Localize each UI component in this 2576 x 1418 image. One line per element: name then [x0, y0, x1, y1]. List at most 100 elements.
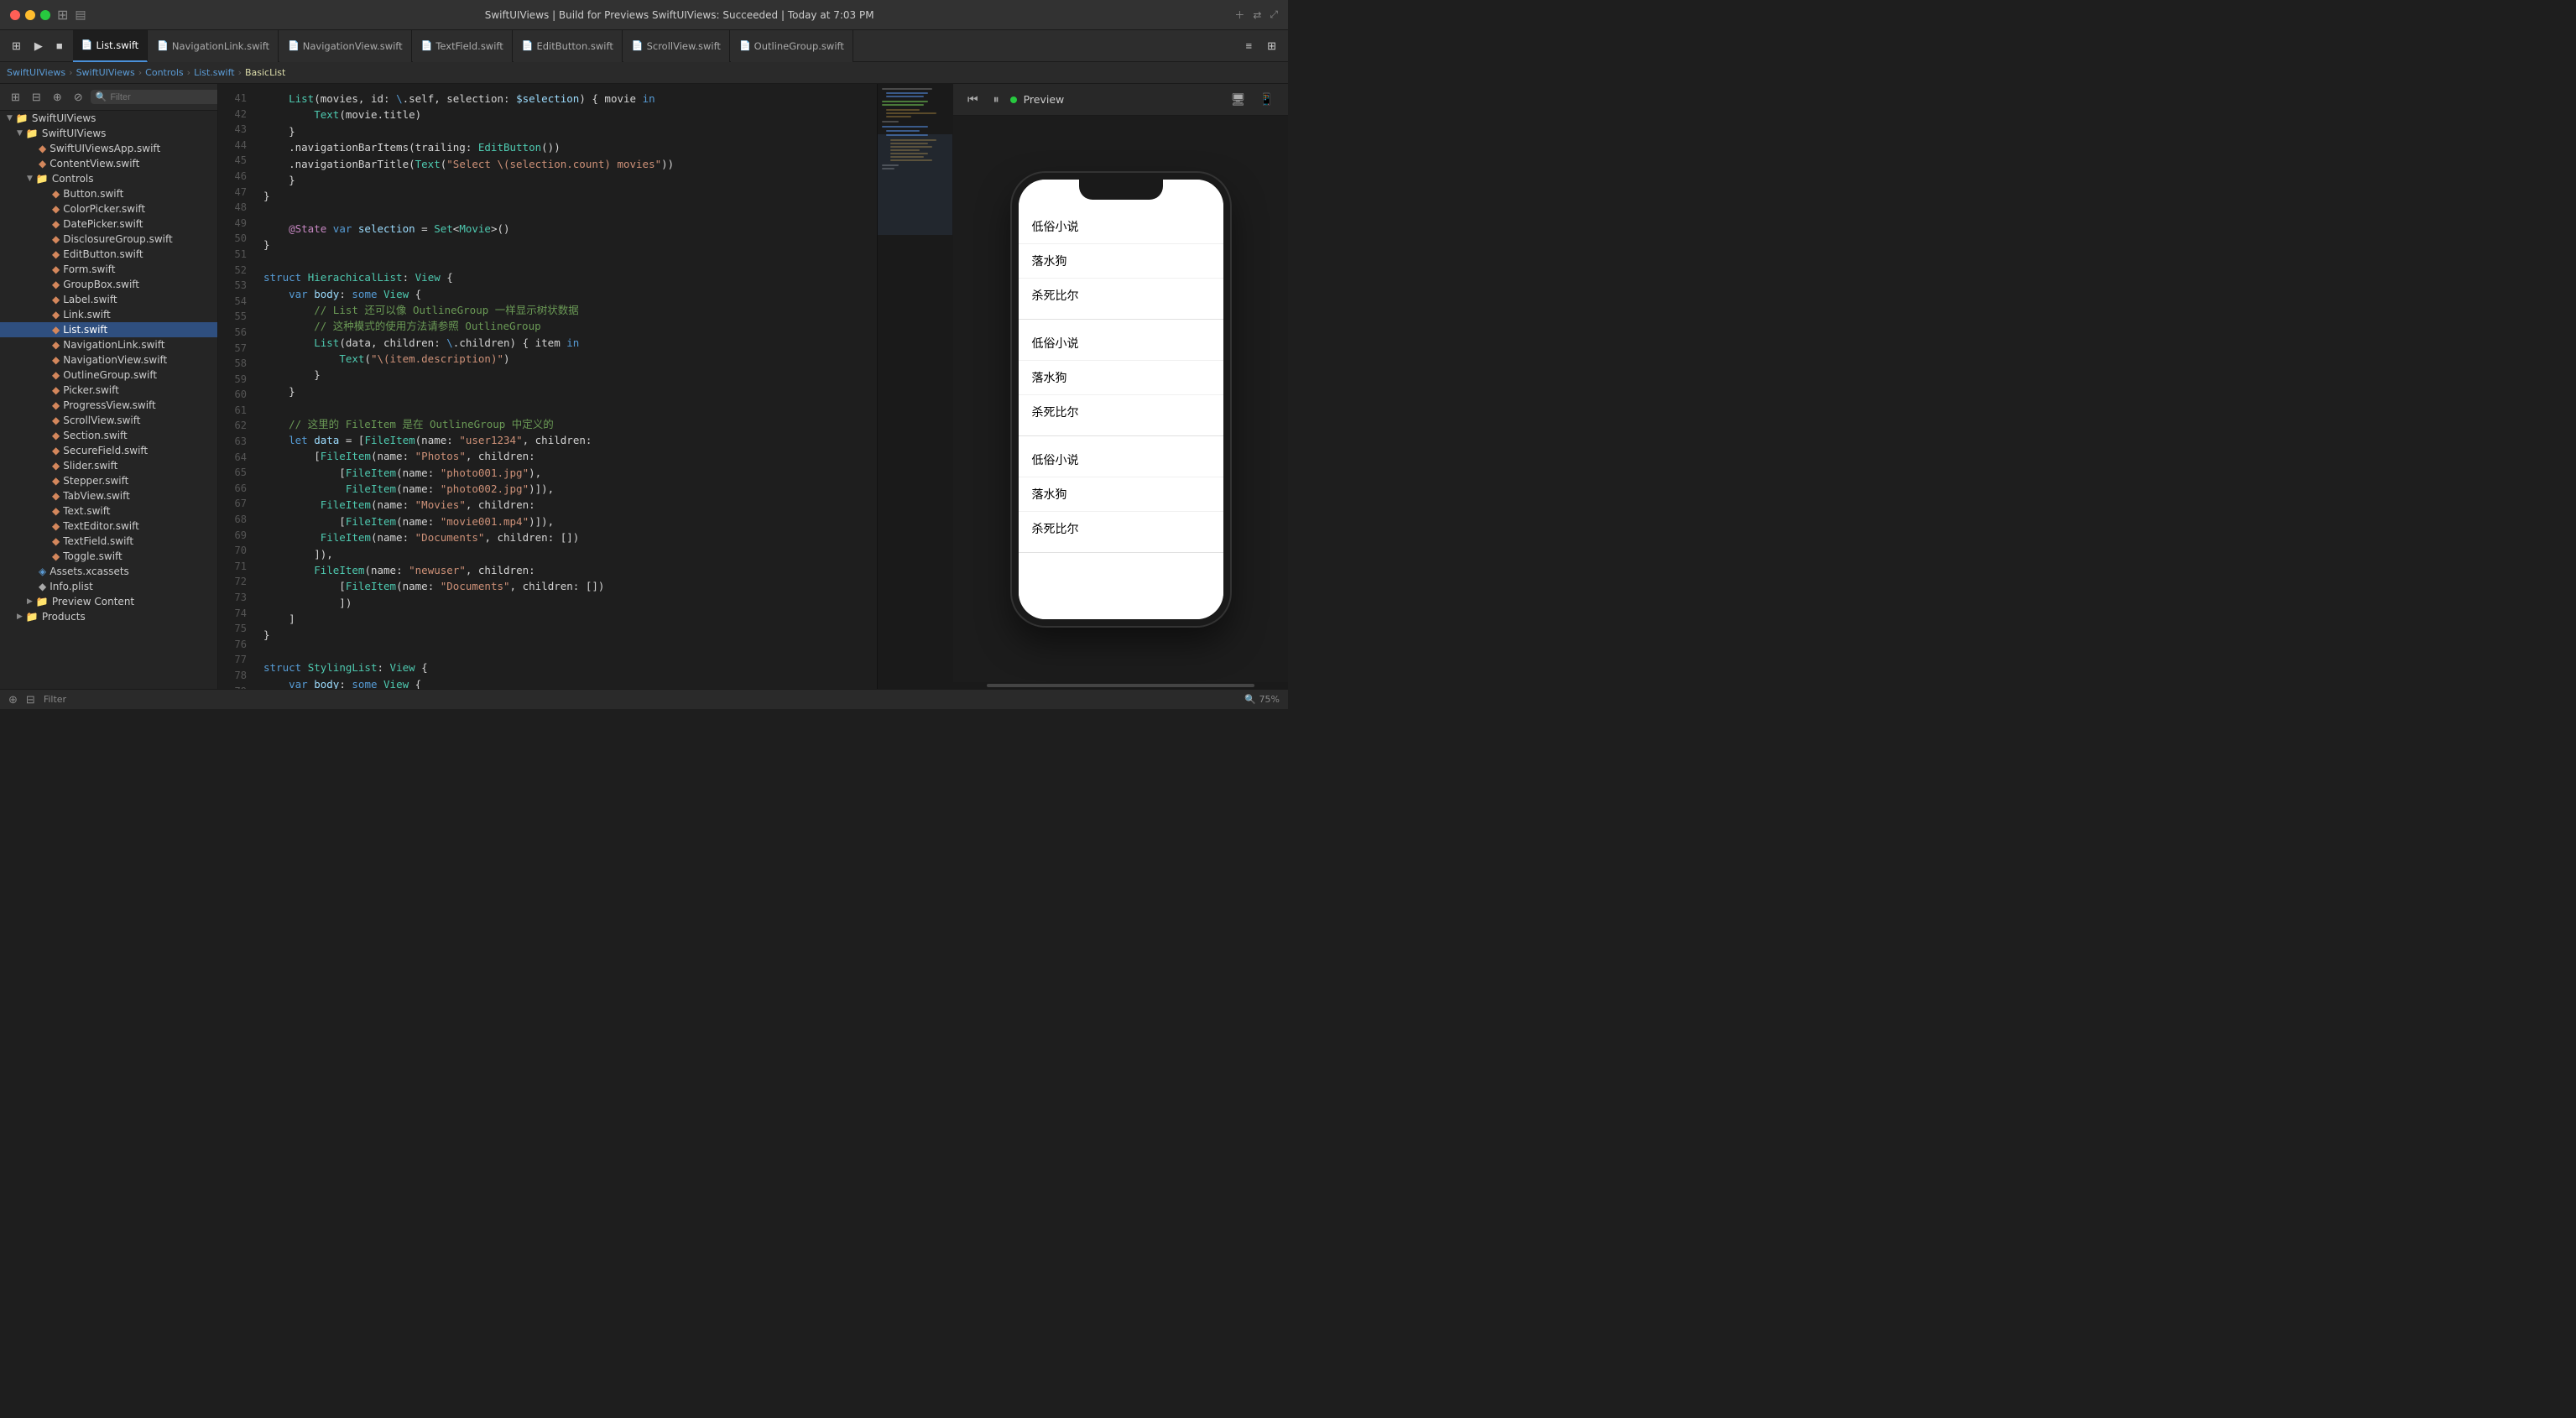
preview-toolbar-right: 🖥 📱 [1227, 91, 1278, 108]
sidebar-item-swiftuiviews[interactable]: ▼ 📁 SwiftUIViews [0, 126, 217, 141]
fullscreen-icon[interactable]: ⤢ [1270, 8, 1278, 21]
sidebar-item-picker-swift[interactable]: ◆ Picker.swift [0, 383, 217, 398]
plist-icon: ◆ [39, 581, 46, 592]
sidebar-item-slider-swift[interactable]: ◆ Slider.swift [0, 458, 217, 473]
sidebar-item-toggle-swift[interactable]: ◆ Toggle.swift [0, 549, 217, 564]
sidebar-item-swiftuiviews-root[interactable]: ▼ 📁 SwiftUIViews [0, 111, 217, 126]
folder-icon: 📁 [36, 173, 49, 185]
assets-icon: ◈ [39, 566, 46, 577]
tab-navigationlink-swift[interactable]: 📄 NavigationLink.swift [149, 30, 279, 62]
tab-label: NavigationLink.swift [172, 40, 269, 52]
file-icon: ◆ [52, 445, 60, 456]
sidebar-item-textfield-swift[interactable]: ◆ TextField.swift [0, 534, 217, 549]
tab-list-swift[interactable]: 📄 List.swift [73, 30, 148, 62]
status-bar-right: 🔍 75% [1244, 694, 1280, 705]
sidebar-item-link-swift[interactable]: ◆ Link.swift [0, 307, 217, 322]
sidebar-item-editbutton-swift[interactable]: ◆ EditButton.swift [0, 247, 217, 262]
sidebar-btn-3[interactable]: ⊕ [49, 89, 66, 106]
status-remove-btn[interactable]: ⊟ [26, 693, 35, 706]
preview-desktop-btn[interactable]: 🖥 [1227, 91, 1250, 108]
sidebar-item-form-swift[interactable]: ◆ Form.swift [0, 262, 217, 277]
sidebar-filter[interactable]: 🔍 [91, 90, 218, 104]
sidebar-btn-4[interactable]: ⊘ [70, 89, 87, 106]
list-item: 杀死比尔 [1019, 279, 1223, 312]
sidebar-item-navigationlink-swift[interactable]: ◆ NavigationLink.swift [0, 337, 217, 352]
preview-pause-btn[interactable]: ⏸ [989, 91, 1004, 108]
stop-btn[interactable]: ■ [51, 37, 68, 55]
list-item: 杀死比尔 [1019, 395, 1223, 429]
sidebar-item-app-swift[interactable]: ◆ SwiftUIViewsApp.swift [0, 141, 217, 156]
sidebar-toggle-icon[interactable]: ⊞ [57, 7, 68, 23]
sidebar-item-label: Form.swift [63, 263, 115, 275]
inspector-toggle-btn[interactable]: ≡ [1241, 37, 1258, 55]
sidebar-btn-2[interactable]: ⊟ [28, 89, 45, 106]
sidebar-item-colorpicker-swift[interactable]: ◆ ColorPicker.swift [0, 201, 217, 216]
sidebar-item-preview-content[interactable]: ▶ 📁 Preview Content [0, 594, 217, 609]
sidebar-item-navigationview-swift[interactable]: ◆ NavigationView.swift [0, 352, 217, 368]
run-btn[interactable]: ▶ [29, 37, 48, 55]
file-icon: ◆ [52, 233, 60, 245]
status-filter-label[interactable]: Filter [44, 694, 66, 705]
minimap [877, 84, 952, 689]
sidebar-item-outlinegroup-swift[interactable]: ◆ OutlineGroup.swift [0, 368, 217, 383]
sidebar-item-groupbox-swift[interactable]: ◆ GroupBox.swift [0, 277, 217, 292]
sidebar-btn-1[interactable]: ⊞ [7, 89, 24, 106]
list-item: 杀死比尔 [1019, 512, 1223, 545]
sidebar-item-label: SwiftUIViews [32, 112, 96, 124]
sidebar-toolbar: ⊞ ⊟ ⊕ ⊘ 🔍 [0, 84, 217, 111]
sidebar-item-products[interactable]: ▶ 📁 Products [0, 609, 217, 624]
sidebar-item-contentview-swift[interactable]: ◆ ContentView.swift [0, 156, 217, 171]
breadcrumb-item[interactable]: List.swift [194, 67, 235, 78]
close-button[interactable] [10, 10, 20, 20]
tab-navigationview-swift[interactable]: 📄 NavigationView.swift [279, 30, 412, 62]
code-lines[interactable]: List(movies, id: \.self, selection: $sel… [253, 84, 877, 689]
breadcrumb-sep: › [187, 67, 190, 78]
sidebar-item-progressview-swift[interactable]: ◆ ProgressView.swift [0, 398, 217, 413]
sidebar-item-label-swift[interactable]: ◆ Label.swift [0, 292, 217, 307]
breadcrumb-item[interactable]: BasicList [245, 67, 285, 78]
breadcrumb-item[interactable]: SwiftUIViews [76, 67, 135, 78]
sidebar-item-controls[interactable]: ▼ 📁 Controls [0, 171, 217, 186]
list-item: 落水狗 [1019, 361, 1223, 395]
sidebar-item-label: Picker.swift [63, 384, 119, 396]
tab-scrollview-swift[interactable]: 📄 ScrollView.swift [623, 30, 730, 62]
toolbar-icon[interactable]: ▤ [75, 8, 86, 22]
tab-textfield-swift[interactable]: 📄 TextField.swift [413, 30, 513, 62]
preview-status-dot [1010, 96, 1017, 103]
editor-options-btn[interactable]: ⊞ [1262, 37, 1281, 55]
sidebar-item-disclosuregroup-swift[interactable]: ◆ DisclosureGroup.swift [0, 232, 217, 247]
preview-play-btn[interactable]: ⏮ [963, 91, 983, 108]
sidebar-item-texteditor-swift[interactable]: ◆ TextEditor.swift [0, 519, 217, 534]
sidebar-item-info-plist[interactable]: ◆ Info.plist [0, 579, 217, 594]
sidebar-item-label: NavigationLink.swift [63, 339, 164, 351]
add-icon[interactable]: ＋ [1234, 8, 1244, 22]
breadcrumb-item[interactable]: SwiftUIViews [7, 67, 65, 78]
title-bar-right-icons: ＋ ⇄ ⤢ [1234, 8, 1278, 22]
breadcrumb-item[interactable]: Controls [145, 67, 184, 78]
sidebar-item-datepicker-swift[interactable]: ◆ DatePicker.swift [0, 216, 217, 232]
sidebar-item-label: Link.swift [63, 309, 111, 321]
maximize-button[interactable] [40, 10, 50, 20]
preview-scrollbar[interactable] [953, 682, 1288, 689]
file-icon: ◆ [52, 460, 60, 472]
sidebar-item-scrollview-swift[interactable]: ◆ ScrollView.swift [0, 413, 217, 428]
split-icon[interactable]: ⇄ [1253, 9, 1261, 21]
tab-file-icon: 📄 [288, 40, 300, 51]
code-editor[interactable]: 4142434445464748495051525354555657585960… [218, 84, 877, 689]
tab-outlinegroup-swift[interactable]: 📄 OutlineGroup.swift [731, 30, 853, 62]
sidebar-item-tabview-swift[interactable]: ◆ TabView.swift [0, 488, 217, 503]
sidebar-item-securefield-swift[interactable]: ◆ SecureField.swift [0, 443, 217, 458]
filter-input[interactable] [110, 92, 218, 102]
minimize-button[interactable] [25, 10, 35, 20]
sidebar-item-stepper-swift[interactable]: ◆ Stepper.swift [0, 473, 217, 488]
preview-phone-btn[interactable]: 📱 [1255, 91, 1278, 108]
tab-editbutton-swift[interactable]: 📄 EditButton.swift [514, 30, 623, 62]
status-add-btn[interactable]: ⊕ [8, 693, 18, 706]
sidebar-item-assets[interactable]: ◈ Assets.xcassets [0, 564, 217, 579]
sidebar-item-section-swift[interactable]: ◆ Section.swift [0, 428, 217, 443]
sidebar-item-list-swift[interactable]: ◆ List.swift [0, 322, 217, 337]
sidebar-item-button-swift[interactable]: ◆ Button.swift [0, 186, 217, 201]
sidebar-item-text-swift[interactable]: ◆ Text.swift [0, 503, 217, 519]
grid-view-btn[interactable]: ⊞ [7, 37, 26, 55]
window-controls[interactable] [10, 10, 50, 20]
